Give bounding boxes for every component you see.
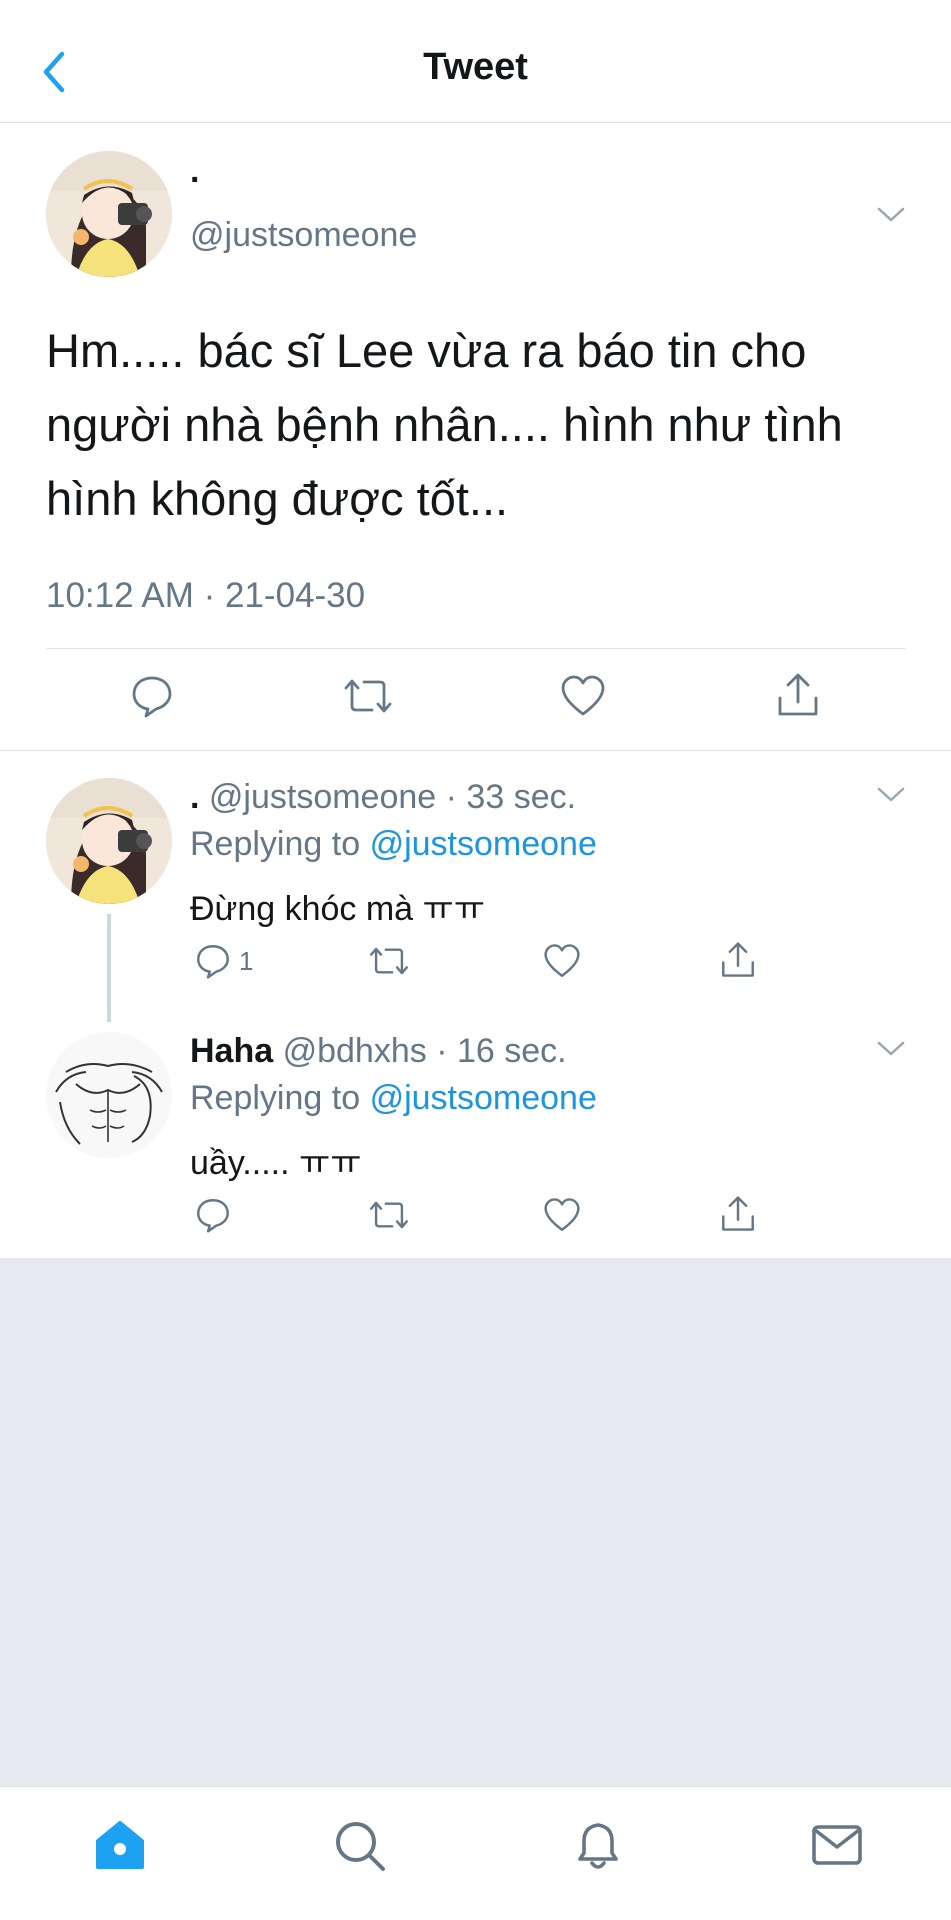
comment-icon	[197, 1199, 229, 1233]
avatar-image	[46, 778, 172, 904]
share-button[interactable]	[720, 941, 756, 979]
share-icon	[722, 942, 754, 977]
main-tweet: . @justsomeone Hm..... bác sĩ Lee vừa ra…	[0, 124, 951, 751]
home-icon[interactable]	[90, 1815, 150, 1875]
display-name[interactable]: .	[190, 778, 199, 816]
mail-icon[interactable]	[807, 1815, 867, 1875]
retweet-icon	[344, 679, 392, 713]
retweet-button[interactable]	[342, 674, 394, 718]
like-button[interactable]	[560, 674, 606, 718]
reply-text: Đừng khóc mà ㅠㅠ	[190, 890, 486, 928]
heart-icon	[544, 944, 580, 977]
retweet-icon	[370, 1201, 408, 1229]
avatar[interactable]	[46, 151, 172, 277]
replying-to: Replying to @justsomeone	[190, 825, 597, 864]
user-handle[interactable]: @justsomeone	[190, 216, 417, 255]
retweet-icon	[370, 947, 408, 975]
user-handle[interactable]: @justsomeone	[209, 778, 436, 816]
reply-time: · 16 sec.	[436, 1032, 567, 1070]
reply-meta: Haha @bdhxhs · 16 sec.	[190, 1032, 567, 1071]
page-title: Tweet	[423, 46, 528, 88]
chevron-down-icon[interactable]	[876, 206, 906, 224]
thread-connector-line	[107, 914, 111, 1022]
avatar[interactable]	[46, 778, 172, 904]
replying-to: Replying to @justsomeone	[190, 1079, 597, 1118]
bell-icon[interactable]	[568, 1815, 628, 1875]
retweet-button[interactable]	[368, 1197, 410, 1233]
empty-feed-area	[0, 1258, 951, 1786]
divider	[46, 648, 906, 649]
bottom-tab-bar	[0, 1786, 951, 1920]
replying-to-label: Replying to	[190, 1079, 361, 1117]
reply-button[interactable]: 1	[195, 943, 253, 979]
user-handle[interactable]: @bdhxhs	[283, 1032, 427, 1070]
reply-text: uầy..... ㅠㅠ	[190, 1144, 362, 1182]
like-button[interactable]	[543, 1197, 581, 1233]
display-name[interactable]: Haha	[190, 1032, 273, 1070]
replying-to-link[interactable]: @justsomeone	[370, 825, 597, 863]
share-button[interactable]	[776, 672, 820, 718]
display-name[interactable]: .	[190, 152, 199, 191]
heart-icon	[544, 1198, 580, 1231]
retweet-button[interactable]	[368, 943, 410, 979]
replying-to-label: Replying to	[190, 825, 361, 863]
tweet-text: Hm..... bác sĩ Lee vừa ra báo tin cho ng…	[46, 324, 843, 525]
like-button[interactable]	[543, 943, 581, 979]
reply-time: · 33 sec.	[445, 778, 577, 816]
chevron-down-icon[interactable]	[876, 1040, 906, 1058]
top-nav-bar: Tweet	[0, 0, 951, 123]
avatar[interactable]	[46, 1032, 172, 1158]
chevron-down-icon[interactable]	[876, 786, 906, 804]
replying-to-link[interactable]: @justsomeone	[370, 1079, 597, 1117]
reply-meta: . @justsomeone · 33 sec.	[190, 778, 576, 817]
share-icon	[778, 673, 818, 716]
heart-icon	[561, 675, 605, 716]
share-button[interactable]	[720, 1195, 756, 1233]
search-icon[interactable]	[329, 1815, 389, 1875]
avatar-image	[46, 1032, 172, 1158]
comment-icon	[132, 676, 172, 718]
share-icon	[722, 1196, 754, 1231]
comment-icon	[197, 945, 229, 979]
avatar-image	[46, 151, 172, 277]
reply-count: 1	[239, 945, 254, 976]
reply-button[interactable]	[195, 1197, 239, 1233]
reply-button[interactable]	[130, 674, 174, 718]
tweet-timestamp: 10:12 AM · 21-04-30	[46, 576, 366, 615]
